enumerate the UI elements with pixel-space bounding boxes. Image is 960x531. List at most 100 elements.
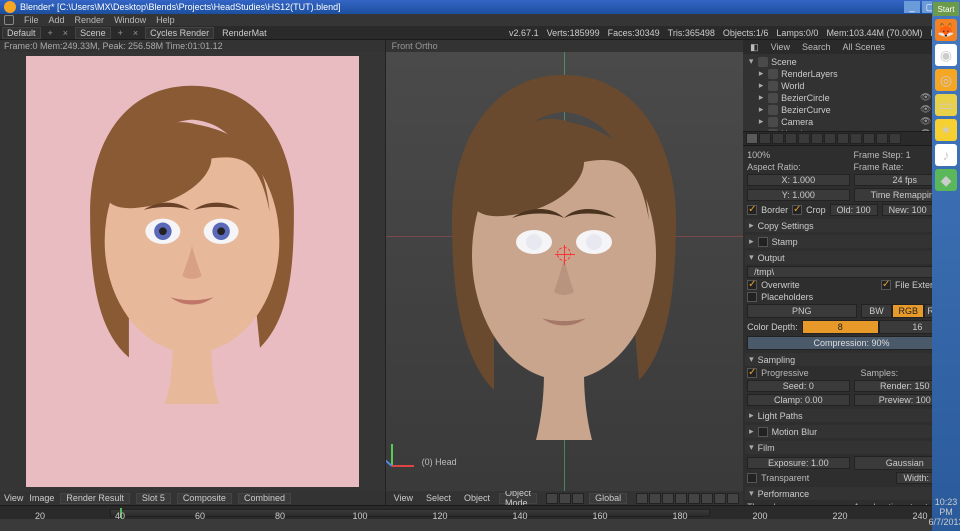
outliner-search[interactable]: Search bbox=[799, 42, 834, 52]
tab-material-icon[interactable] bbox=[850, 133, 862, 144]
engine-selector[interactable]: Cycles Render bbox=[145, 27, 214, 39]
tab-data-icon[interactable] bbox=[837, 133, 849, 144]
delete-scene-icon[interactable]: × bbox=[130, 28, 141, 38]
itunes-icon[interactable]: ♪ bbox=[935, 144, 957, 166]
layer-btn[interactable] bbox=[714, 493, 726, 504]
layer-btn[interactable] bbox=[701, 493, 713, 504]
output-path-field[interactable]: /tmp\ bbox=[747, 266, 956, 278]
tab-texture-icon[interactable] bbox=[863, 133, 875, 144]
menu-help[interactable]: Help bbox=[156, 15, 175, 25]
blender-tray-icon[interactable]: ◎ bbox=[935, 69, 957, 91]
viewport-3d: Front Ortho (0) Head bbox=[386, 40, 743, 505]
right-panel: ◧ View Search All Scenes ▾Scene▸RenderLa… bbox=[743, 40, 960, 505]
outliner-row[interactable]: ▸BezierCurve👁▸📷 bbox=[747, 104, 956, 116]
vfoot-select[interactable]: Select bbox=[422, 493, 455, 503]
aspect-y-field[interactable]: Y: 1.000 bbox=[747, 189, 849, 201]
crop-checkbox[interactable] bbox=[792, 205, 802, 215]
outliner-row[interactable]: ▸Camera👁▸📷 bbox=[747, 116, 956, 128]
properties-scroll[interactable]: 100% Frame Step: 1 Aspect Ratio: Frame R… bbox=[743, 146, 960, 505]
minimize-button[interactable]: _ bbox=[904, 1, 920, 13]
add-layout-icon[interactable]: + bbox=[45, 28, 56, 38]
layer-btn[interactable] bbox=[662, 493, 674, 504]
shading-icon[interactable] bbox=[546, 493, 558, 504]
viewport-canvas[interactable]: (0) Head bbox=[386, 52, 743, 491]
layer-btn[interactable] bbox=[688, 493, 700, 504]
overwrite-checkbox[interactable] bbox=[747, 280, 757, 290]
tab-constraints-icon[interactable] bbox=[811, 133, 823, 144]
outliner-row[interactable]: ▸RenderLayers bbox=[747, 68, 956, 80]
outliner-row[interactable]: ▸BezierCircle👁▸📷 bbox=[747, 92, 956, 104]
new-frames-field[interactable]: New: 100 bbox=[882, 204, 934, 216]
pivot-icon[interactable] bbox=[559, 493, 571, 504]
outliner-filter[interactable]: All Scenes bbox=[839, 42, 888, 52]
app-menubar: File Add Render Window Help bbox=[0, 14, 960, 26]
menu-window[interactable]: Window bbox=[114, 15, 146, 25]
menu-file[interactable]: File bbox=[24, 15, 39, 25]
vfoot-object[interactable]: Object bbox=[460, 493, 494, 503]
layer-btn[interactable] bbox=[636, 493, 648, 504]
depth-8[interactable]: 8 bbox=[802, 320, 879, 334]
system-clock[interactable]: 10:23 PM 6/7/2013 bbox=[928, 495, 960, 531]
render-result-dropdown[interactable]: Render Result bbox=[60, 493, 130, 504]
imgfoot-image[interactable]: Image bbox=[29, 493, 54, 503]
fileext-checkbox[interactable] bbox=[881, 280, 891, 290]
manipulator-icon[interactable] bbox=[572, 493, 584, 504]
chrome-icon[interactable]: ◉ bbox=[935, 44, 957, 66]
tab-object-icon[interactable] bbox=[798, 133, 810, 144]
layer-btn[interactable] bbox=[675, 493, 687, 504]
menu-add[interactable]: Add bbox=[49, 15, 65, 25]
timeline[interactable]: 20406080100120140160180200220240 bbox=[0, 505, 960, 519]
outliner-row[interactable]: ▸World bbox=[747, 80, 956, 92]
explorer-icon[interactable]: ▭ bbox=[935, 94, 957, 116]
system-button[interactable] bbox=[4, 15, 14, 25]
app-icon[interactable]: ◆ bbox=[935, 169, 957, 191]
colormode-bw[interactable]: BW bbox=[861, 304, 893, 318]
cursor-3d-icon[interactable] bbox=[557, 247, 571, 261]
properties-tabs bbox=[743, 132, 960, 146]
tab-render-icon[interactable] bbox=[746, 133, 758, 144]
orientation-dropdown[interactable]: Global bbox=[589, 493, 627, 504]
tab-scene-icon[interactable] bbox=[772, 133, 784, 144]
aim-icon[interactable]: ✶ bbox=[935, 119, 957, 141]
tab-layers-icon[interactable] bbox=[759, 133, 771, 144]
tab-world-icon[interactable] bbox=[785, 133, 797, 144]
old-frames-field[interactable]: Old: 100 bbox=[830, 204, 878, 216]
aspect-x-field[interactable]: X: 1.000 bbox=[747, 174, 849, 186]
imgfoot-view[interactable]: View bbox=[4, 493, 23, 503]
layer-btn[interactable] bbox=[649, 493, 661, 504]
rendered-image bbox=[26, 56, 359, 487]
vfoot-view[interactable]: View bbox=[390, 493, 417, 503]
layout-selector[interactable]: Default bbox=[2, 27, 41, 39]
delete-layout-icon[interactable]: × bbox=[60, 28, 71, 38]
start-button[interactable]: Start bbox=[933, 2, 959, 16]
composite-dropdown[interactable]: Composite bbox=[177, 493, 232, 504]
tab-particles-icon[interactable] bbox=[876, 133, 888, 144]
transparent-checkbox[interactable] bbox=[747, 473, 757, 483]
tab-modifiers-icon[interactable] bbox=[824, 133, 836, 144]
combined-dropdown[interactable]: Combined bbox=[238, 493, 291, 504]
menu-render[interactable]: Render bbox=[75, 15, 105, 25]
clock-date: 6/7/2013 bbox=[928, 517, 960, 527]
firefox-icon[interactable]: 🦊 bbox=[935, 19, 957, 41]
seed-field[interactable]: Seed: 0 bbox=[747, 380, 849, 392]
format-dropdown[interactable]: PNG bbox=[747, 304, 856, 318]
tab-physics-icon[interactable] bbox=[889, 133, 901, 144]
panel-output: ▾Output bbox=[745, 251, 958, 264]
placeholders-checkbox[interactable] bbox=[747, 292, 757, 302]
layer-btn[interactable] bbox=[727, 493, 739, 504]
scene-selector[interactable]: Scene bbox=[75, 27, 111, 39]
slot-dropdown[interactable]: Slot 5 bbox=[136, 493, 171, 504]
add-scene-icon[interactable]: + bbox=[115, 28, 126, 38]
outliner-row[interactable]: ▾Scene bbox=[747, 56, 956, 68]
compression-slider[interactable]: Compression: 90% bbox=[747, 336, 956, 350]
viewport-orientation-label: Front Ortho bbox=[386, 40, 743, 52]
stat-mem: Mem:103.44M (70.00M) bbox=[826, 28, 922, 38]
border-checkbox[interactable] bbox=[747, 205, 757, 215]
clamp-field[interactable]: Clamp: 0.00 bbox=[747, 394, 849, 406]
outliner-view[interactable]: View bbox=[768, 42, 793, 52]
exposure-field[interactable]: Exposure: 1.00 bbox=[747, 457, 849, 469]
progressive-checkbox[interactable] bbox=[747, 368, 757, 378]
axis-gizmo bbox=[392, 441, 418, 467]
mode-dropdown[interactable]: Object Mode bbox=[499, 493, 537, 504]
colormode-rgb[interactable]: RGB bbox=[892, 304, 924, 318]
